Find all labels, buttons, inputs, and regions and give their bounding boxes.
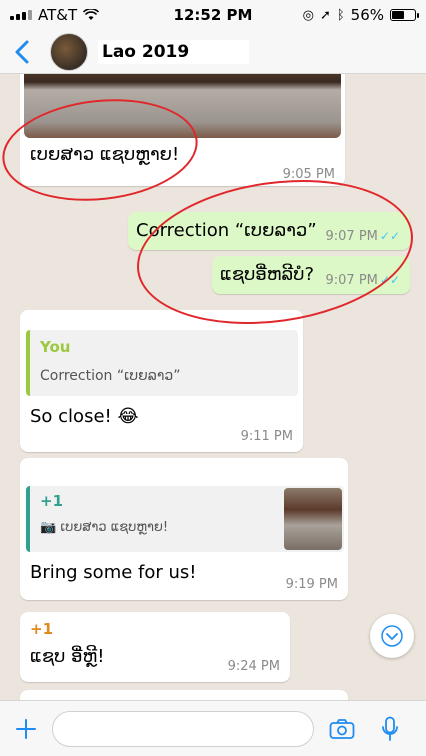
plus-icon [16,718,36,739]
read-receipt-icon: ✓✓ [379,273,400,287]
message-list[interactable]: ເບຍສາວ ແຊບຫຼາຍ! 9:05 PM Correction “ເບຍລ… [0,74,426,700]
message-time: 9:07 PM ✓✓ [325,273,401,288]
message-text: Correction “ເບຍລາວ” [136,220,317,241]
microphone-icon [382,716,398,741]
attach-button[interactable] [10,713,42,745]
message-bubble-outgoing[interactable]: ແຊບອີ່ຫລີບໍ? 9:07 PM ✓✓ [212,256,410,294]
quote-text: Correction “ເບຍລາວ” [40,368,181,384]
signal-icon [10,10,32,20]
message-time: 9:07 PM ✓✓ [325,229,401,244]
battery-icon [390,9,419,21]
chevron-down-icon [381,625,403,647]
quoted-message[interactable]: You Correction “ເບຍລາວ” [26,330,298,396]
chat-title[interactable]: Lao 2019 [98,39,250,64]
camera-button[interactable] [322,709,362,749]
status-bar: AT&T 12:52 PM ◎ ➚ ᛒ 56% [0,0,426,30]
quote-sender: You [40,338,71,356]
location-icon: ➚ [319,7,331,23]
read-receipt-icon: ✓✓ [379,229,400,243]
camera-icon: 📷 [40,520,57,535]
message-time: 9:24 PM [227,659,280,674]
battery-percent: 56% [350,6,384,24]
message-time: 9:11 PM [240,429,293,444]
sender-name: +1 [30,620,54,638]
message-bubble-reply[interactable]: +1 📷 ເບຍສາວ ແຊບຫຼາຍ! Bring some for us! … [20,458,348,600]
photo-caption: ເບຍສາວ ແຊບຫຼາຍ! [30,144,180,165]
message-bubble-outgoing[interactable]: Correction “ເບຍລາວ” 9:07 PM ✓✓ [128,212,410,250]
message-bubble-incoming[interactable]: +1 ແຊບ ອີ່ຫຼີ! 9:24 PM [20,612,290,682]
avatar[interactable] [50,32,88,71]
carrier-label: AT&T [38,6,78,24]
message-bubble-photo[interactable]: ເບຍສາວ ແຊບຫຼາຍ! 9:05 PM [20,74,345,186]
bluetooth-icon: ᛒ [336,7,345,23]
composer-bar [0,700,426,756]
message-text: ແຊບ ອີ່ຫຼີ! [30,646,105,667]
clock: 12:52 PM [173,6,253,24]
message-text: ແຊບອີ່ຫລີບໍ? [220,264,315,285]
scroll-down-button[interactable] [370,614,414,658]
alarm-icon: ◎ [302,7,314,23]
message-time: 9:19 PM [285,577,338,592]
back-button[interactable] [0,30,44,74]
quote-sender: +1 [40,492,64,510]
wifi-icon [83,9,100,20]
redacted-number [70,492,250,506]
message-time: 9:05 PM [282,167,335,182]
redacted-sender [28,316,188,328]
chat-header: Lao 2019 [0,30,426,74]
message-text: Bring some for us! [30,562,197,583]
message-bubble-incoming[interactable] [20,690,348,700]
redacted-sender [28,464,278,478]
beer-photo[interactable] [24,74,341,138]
message-bubble-reply[interactable]: You Correction “ເບຍລາວ” So close! 😂 9:11… [20,310,303,452]
microphone-button[interactable] [370,709,410,749]
chevron-left-icon [15,40,29,63]
message-input[interactable] [52,710,314,747]
quote-thumbnail [284,488,342,550]
camera-icon [329,718,355,739]
message-text: So close! 😂 [30,406,139,427]
quoted-message[interactable]: +1 📷 ເບຍສາວ ແຊບຫຼາຍ! [26,486,344,552]
quote-caption: 📷 ເບຍສາວ ແຊບຫຼາຍ! [40,520,169,535]
